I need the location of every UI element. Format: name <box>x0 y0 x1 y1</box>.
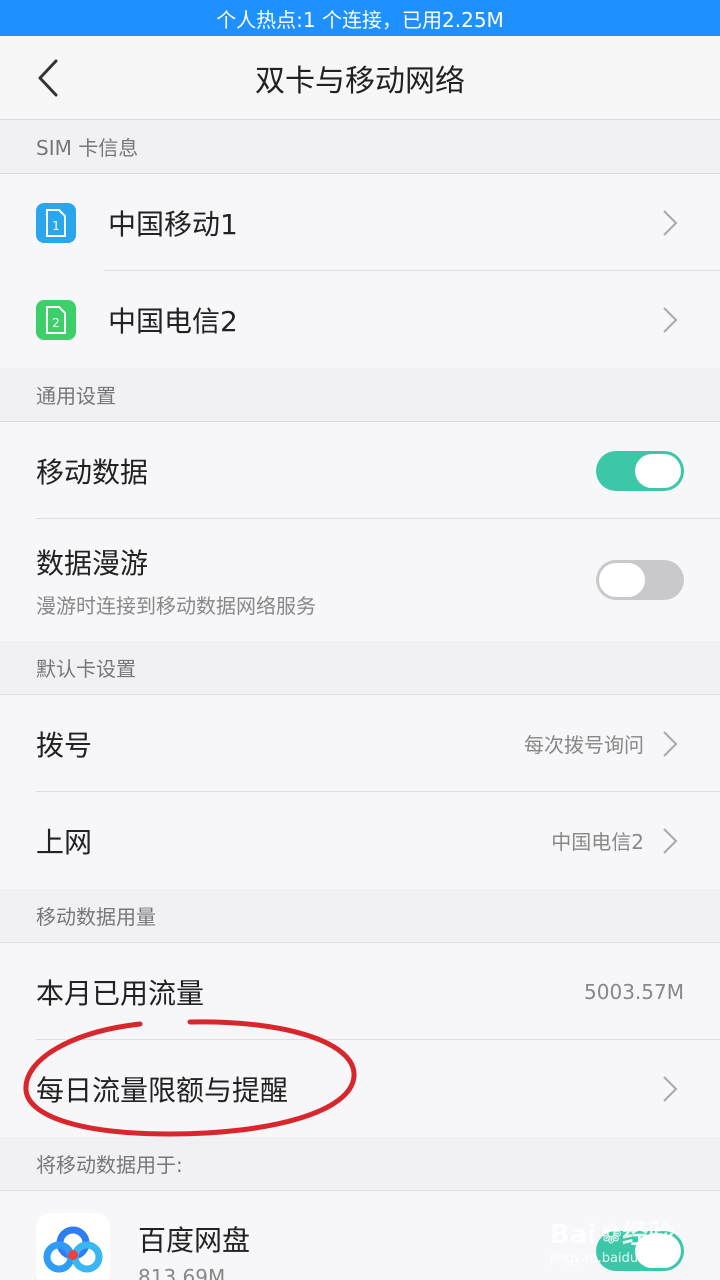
monthly-usage-value: 5003.57M <box>584 979 684 1004</box>
general-settings-list: 移动数据 数据漫游 漫游时连接到移动数据网络服务 <box>0 422 720 641</box>
dial-value: 每次拨号询问 <box>524 733 644 757</box>
roaming-label: 数据漫游 <box>36 546 149 580</box>
sim-card-icon: 1 <box>36 202 76 243</box>
chevron-right-icon <box>663 827 678 854</box>
roaming-sublabel: 漫游时连接到移动数据网络服务 <box>36 593 316 618</box>
watermark-brand: Bai <box>550 1220 597 1250</box>
sim-item-label: 中国移动1 <box>108 207 238 241</box>
nav-bar: 双卡与移动网络 <box>0 36 720 120</box>
section-header-sim: SIM 卡信息 <box>0 120 720 174</box>
dial-label: 拨号 <box>36 728 93 762</box>
toggle-knob <box>635 453 681 488</box>
monthly-usage-label: 本月已用流量 <box>36 976 205 1010</box>
daily-limit-row[interactable]: 每日流量限额与提醒 <box>0 1040 720 1137</box>
mobile-data-row: 移动数据 <box>0 422 720 519</box>
internet-label: 上网 <box>36 825 93 859</box>
hotspot-status-text: 个人热点:1 个连接，已用2.25M <box>216 7 504 32</box>
mobile-data-label: 移动数据 <box>36 455 149 489</box>
app-usage: 813.69M <box>138 1265 226 1280</box>
sim-card-icon: 2 <box>36 299 76 340</box>
back-button[interactable] <box>24 54 72 102</box>
chevron-right-icon <box>663 1075 678 1102</box>
daily-limit-label: 每日流量限额与提醒 <box>36 1073 289 1107</box>
default-card-list: 拨号 每次拨号询问 上网 中国电信2 <box>0 695 720 889</box>
section-header-use-data-for: 将移动数据用于: <box>0 1137 720 1191</box>
sim-item-1[interactable]: 1 中国移动1 <box>0 174 720 271</box>
svg-text:2: 2 <box>52 316 60 330</box>
section-label: 通用设置 <box>36 384 116 408</box>
section-header-default-card: 默认卡设置 <box>0 641 720 695</box>
app-name: 百度网盘 <box>138 1224 251 1257</box>
monthly-usage-row[interactable]: 本月已用流量 5003.57M <box>0 943 720 1040</box>
chevron-right-icon <box>663 730 678 757</box>
status-bar: 个人热点:1 个连接，已用2.25M <box>0 0 720 36</box>
watermark-suffix: 经验 <box>622 1220 675 1250</box>
paw-icon: ❁ <box>600 1220 623 1250</box>
chevron-right-icon <box>663 306 678 333</box>
section-header-general: 通用设置 <box>0 368 720 422</box>
section-label: SIM 卡信息 <box>36 136 139 160</box>
sim-item-2[interactable]: 2 中国电信2 <box>0 271 720 368</box>
baidu-netdisk-icon <box>36 1213 110 1280</box>
roaming-row: 数据漫游 漫游时连接到移动数据网络服务 <box>0 519 720 641</box>
section-label: 默认卡设置 <box>36 657 136 681</box>
toggle-knob <box>599 563 645 597</box>
mobile-data-toggle[interactable] <box>596 450 684 491</box>
app-text: 百度网盘 813.69M <box>138 1219 250 1280</box>
sim-card-list: 1 中国移动1 2 中国电信2 <box>0 174 720 368</box>
roaming-toggle[interactable] <box>596 560 684 600</box>
internet-value: 中国电信2 <box>551 830 644 854</box>
svg-text:1: 1 <box>52 219 60 233</box>
chevron-right-icon <box>663 209 678 236</box>
sim-item-label: 中国电信2 <box>108 304 238 338</box>
data-usage-list: 本月已用流量 5003.57M 每日流量限额与提醒 <box>0 943 720 1137</box>
dial-row[interactable]: 拨号 每次拨号询问 <box>0 695 720 792</box>
section-header-data-usage: 移动数据用量 <box>0 889 720 943</box>
roaming-text: 数据漫游 漫游时连接到移动数据网络服务 <box>36 542 316 619</box>
watermark-url: jingyan.baidu.com <box>550 1251 670 1266</box>
section-label: 将移动数据用于: <box>36 1153 183 1177</box>
internet-row[interactable]: 上网 中国电信2 <box>0 792 720 889</box>
baidu-jingyan-watermark: Bai ❁经验 jingyan.baidu.com <box>550 1214 720 1270</box>
section-label: 移动数据用量 <box>36 905 156 929</box>
page-title: 双卡与移动网络 <box>255 63 465 99</box>
chevron-left-icon <box>38 59 58 97</box>
